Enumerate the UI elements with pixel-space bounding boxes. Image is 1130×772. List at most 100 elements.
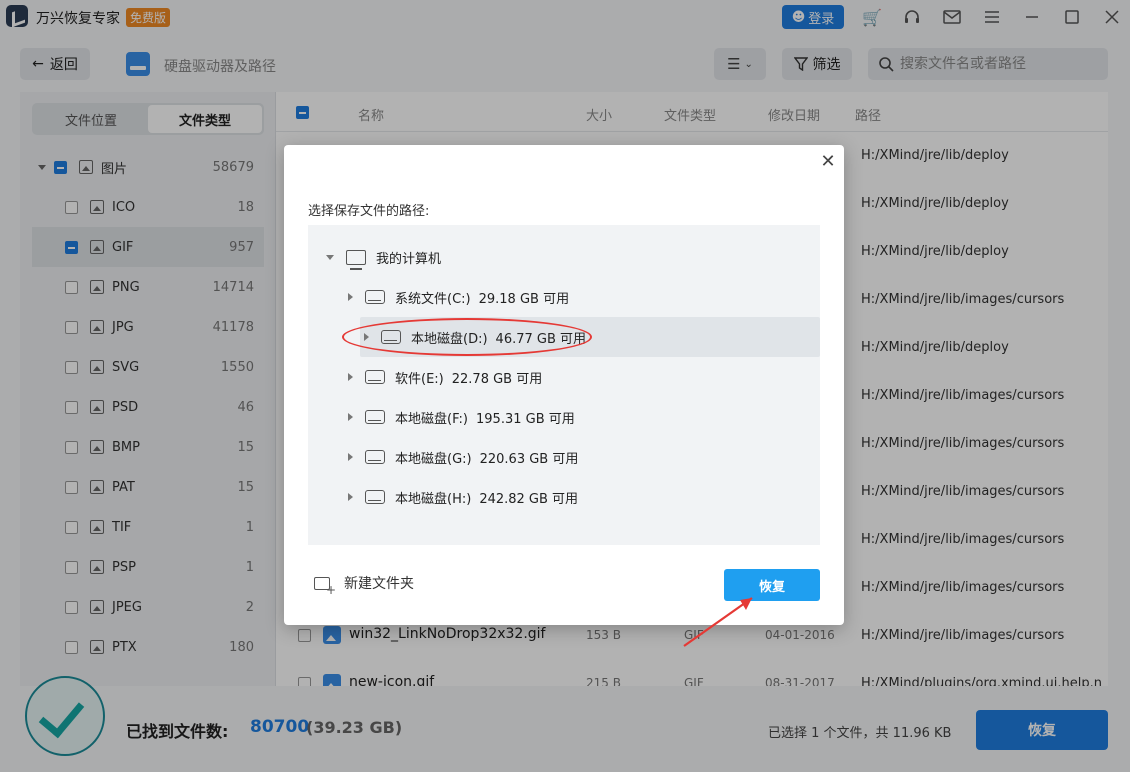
sidebar-item-png[interactable]: PNG 14714 bbox=[32, 267, 264, 307]
drive-free-space: 242.82 GB 可用 bbox=[479, 491, 579, 507]
sidebar-item-psd[interactable]: PSD 46 bbox=[32, 387, 264, 427]
new-folder-label: 新建文件夹 bbox=[344, 576, 414, 592]
tree-count: 180 bbox=[229, 639, 254, 655]
close-window-icon[interactable] bbox=[1101, 6, 1123, 28]
select-all-checkbox[interactable] bbox=[296, 106, 309, 119]
caret-down-icon[interactable] bbox=[38, 164, 46, 170]
caret-right-icon[interactable] bbox=[348, 493, 353, 501]
file-date: 04-01-2016 bbox=[765, 628, 835, 642]
tree-label: PAT bbox=[112, 479, 135, 495]
tree-count: 41178 bbox=[212, 319, 254, 335]
checkbox[interactable] bbox=[65, 560, 78, 574]
found-count: 80700 bbox=[250, 717, 310, 737]
list-view-icon: ☰ bbox=[727, 55, 741, 73]
caret-right-icon[interactable] bbox=[348, 373, 353, 381]
close-icon[interactable]: ✕ bbox=[819, 153, 837, 171]
tree-item-drive[interactable]: 系统文件(C:) 29.18 GB 可用 bbox=[308, 277, 820, 317]
minimize-icon[interactable] bbox=[1021, 6, 1043, 28]
column-size[interactable]: 大小 bbox=[586, 105, 612, 124]
caret-down-icon[interactable] bbox=[326, 254, 334, 260]
tree-count: 46 bbox=[237, 399, 254, 415]
back-button[interactable]: ← 返回 bbox=[20, 48, 90, 80]
chevron-down-icon: ⌄ bbox=[744, 58, 753, 70]
tree-item-drive[interactable]: 软件(E:) 22.78 GB 可用 bbox=[308, 357, 820, 397]
drive-tree: 我的计算机 系统文件(C:) 29.18 GB 可用 本地磁盘(D:) 46.77 G… bbox=[308, 225, 820, 545]
menu-icon[interactable] bbox=[981, 6, 1003, 28]
sidebar-item-jpeg[interactable]: JPEG 2 bbox=[32, 587, 264, 627]
checkbox[interactable] bbox=[65, 360, 78, 374]
list-header: 名称 大小 文件类型 修改日期 路径 bbox=[276, 92, 1108, 132]
tree-item-my-computer[interactable]: 我的计算机 bbox=[308, 237, 820, 277]
search-box[interactable] bbox=[868, 48, 1108, 80]
checkbox[interactable] bbox=[65, 640, 78, 654]
file-size: 215 B bbox=[586, 676, 621, 686]
checkbox[interactable] bbox=[65, 280, 78, 294]
login-button[interactable]: ☻ 登录 bbox=[782, 5, 844, 29]
drive-free-space: 22.78 GB 可用 bbox=[451, 371, 543, 387]
sidebar-item-jpg[interactable]: JPG 41178 bbox=[32, 307, 264, 347]
tree-item-drive[interactable]: 本地磁盘(F:) 195.31 GB 可用 bbox=[308, 397, 820, 437]
drive-name: 本地磁盘(G:) bbox=[395, 451, 472, 467]
column-type[interactable]: 文件类型 bbox=[664, 105, 716, 124]
breadcrumb: 硬盘驱动器及路径 bbox=[164, 59, 276, 75]
tree-label: PTX bbox=[112, 639, 137, 655]
file-name: win32_LinkNoDrop32x32.gif bbox=[349, 626, 546, 642]
tree-count: 1 bbox=[245, 519, 254, 535]
filter-button[interactable]: 筛选 bbox=[782, 48, 852, 80]
checkbox[interactable] bbox=[65, 240, 78, 254]
tree-label: 图片 bbox=[101, 161, 128, 177]
mail-icon[interactable] bbox=[941, 6, 963, 28]
sidebar-item-ptx[interactable]: PTX 180 bbox=[32, 627, 264, 667]
tree-root-images[interactable]: 图片 58679 bbox=[32, 147, 264, 187]
file-type: GIF bbox=[684, 676, 704, 686]
column-name[interactable]: 名称 bbox=[358, 105, 384, 124]
checkbox[interactable] bbox=[65, 440, 78, 454]
checkbox[interactable] bbox=[65, 600, 78, 614]
maximize-icon[interactable] bbox=[1061, 6, 1083, 28]
table-row[interactable]: new-icon.gif 215 B GIF 08-31-2017 H:/XMi… bbox=[276, 660, 1108, 686]
caret-right-icon[interactable] bbox=[348, 453, 353, 461]
file-path: H:/XMind/jre/lib/images/cursors bbox=[861, 388, 1065, 403]
sidebar-item-pat[interactable]: PAT 15 bbox=[32, 467, 264, 507]
caret-right-icon[interactable] bbox=[348, 413, 353, 421]
drive-free-space: 220.63 GB 可用 bbox=[479, 451, 579, 467]
tree-item-drive[interactable]: 本地磁盘(H:) 242.82 GB 可用 bbox=[308, 477, 820, 517]
view-mode-button[interactable]: ☰ ⌄ bbox=[714, 48, 766, 80]
tree-count: 2 bbox=[245, 599, 254, 615]
column-date[interactable]: 修改日期 bbox=[768, 105, 820, 124]
image-icon bbox=[90, 560, 104, 574]
image-icon bbox=[90, 240, 104, 254]
tab-file-location[interactable]: 文件位置 bbox=[34, 105, 148, 133]
tree-item-drive[interactable]: 本地磁盘(G:) 220.63 GB 可用 bbox=[308, 437, 820, 477]
checkbox[interactable] bbox=[65, 320, 78, 334]
image-icon bbox=[90, 520, 104, 534]
search-input[interactable] bbox=[900, 56, 1100, 72]
image-icon bbox=[90, 400, 104, 414]
sidebar-item-psp[interactable]: PSP 1 bbox=[32, 547, 264, 587]
column-path[interactable]: 路径 bbox=[855, 105, 881, 124]
headset-icon[interactable] bbox=[901, 6, 923, 28]
checkbox[interactable] bbox=[65, 520, 78, 534]
new-folder-button[interactable]: 新建文件夹 bbox=[314, 573, 414, 597]
sidebar-item-svg[interactable]: SVG 1550 bbox=[32, 347, 264, 387]
cart-icon[interactable]: 🛒 bbox=[861, 6, 883, 28]
sidebar-item-tif[interactable]: TIF 1 bbox=[32, 507, 264, 547]
arrow-left-icon: ← bbox=[32, 56, 44, 72]
row-checkbox[interactable] bbox=[298, 677, 311, 686]
checkbox[interactable] bbox=[65, 480, 78, 494]
sidebar-item-ico[interactable]: ICO 18 bbox=[32, 187, 264, 227]
sidebar-tabs: 文件位置 文件类型 bbox=[32, 103, 264, 135]
sidebar-item-gif[interactable]: GIF 957 bbox=[32, 227, 264, 267]
checkbox-partial[interactable] bbox=[54, 160, 67, 174]
recover-button[interactable]: 恢复 bbox=[976, 710, 1108, 750]
image-icon bbox=[90, 440, 104, 454]
edition-badge: 免费版 bbox=[126, 8, 171, 27]
checkbox[interactable] bbox=[65, 200, 78, 214]
filter-label: 筛选 bbox=[812, 57, 841, 73]
sidebar-item-bmp[interactable]: BMP 15 bbox=[32, 427, 264, 467]
checkbox[interactable] bbox=[65, 400, 78, 414]
row-checkbox[interactable] bbox=[298, 629, 311, 642]
tab-file-type[interactable]: 文件类型 bbox=[148, 105, 262, 133]
caret-right-icon[interactable] bbox=[348, 293, 353, 301]
drive-name: 系统文件(C:) bbox=[395, 291, 471, 307]
